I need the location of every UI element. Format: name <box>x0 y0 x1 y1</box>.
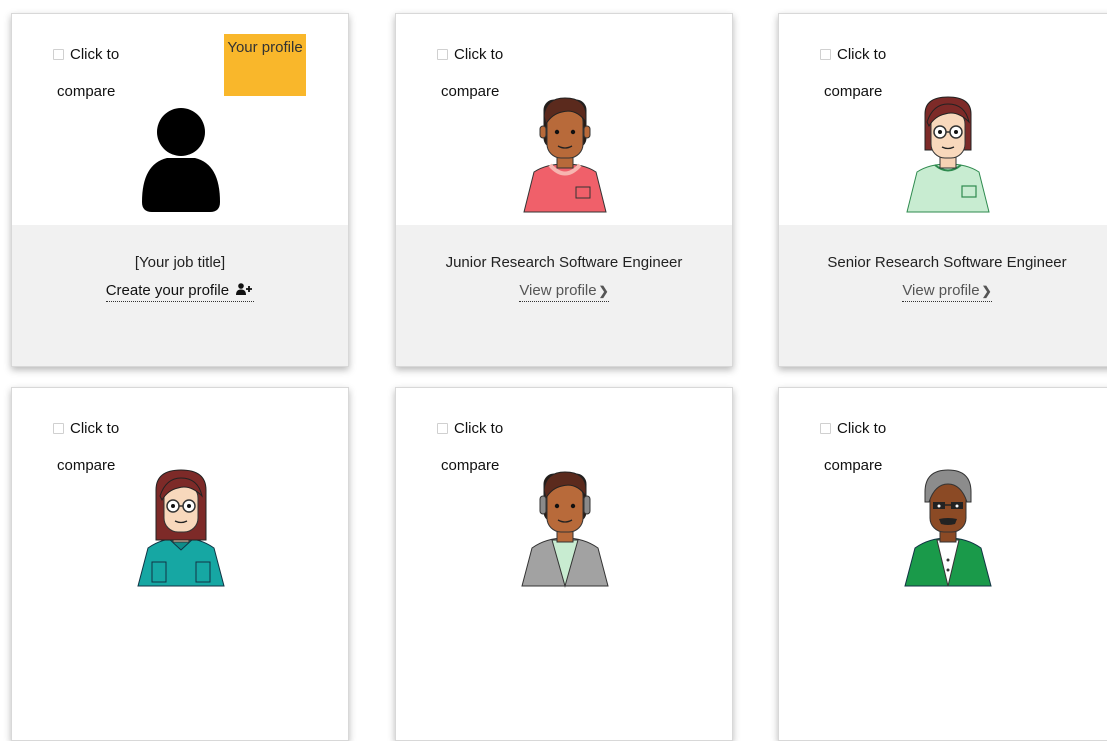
card-top: Click to compare <box>779 14 1107 225</box>
create-profile-label: Create your profile <box>105 282 230 299</box>
your-profile-badge: Your profile <box>224 34 306 96</box>
add-user-icon <box>236 283 253 295</box>
view-profile-label: View profile <box>902 282 980 299</box>
card-top: Click to compare <box>396 388 732 599</box>
compare-checkbox[interactable] <box>437 422 448 434</box>
create-profile-link[interactable]: Create your profile <box>105 282 255 302</box>
compare-checkbox[interactable] <box>53 48 64 60</box>
card-footer: [Your job title] Create your profile <box>12 225 348 366</box>
avatar-green-jacket-icon <box>904 469 992 587</box>
card-top: Click to compare <box>396 14 732 225</box>
compare-checkbox[interactable] <box>437 48 448 60</box>
view-profile-link[interactable]: View profile ❯ <box>902 282 992 302</box>
compare-checkbox[interactable] <box>820 48 831 60</box>
card-top: Click to compare Your profile <box>12 14 348 225</box>
card-top: Click to compare <box>779 388 1107 599</box>
profile-card-row2-3[interactable]: Click to compare <box>778 387 1107 741</box>
compare-checkbox[interactable] <box>820 422 831 434</box>
card-footer: Junior Research Software Engineer View p… <box>396 225 732 366</box>
job-title: [Your job title] <box>134 254 226 271</box>
user-silhouette-icon <box>142 108 220 212</box>
job-title: Junior Research Software Engineer <box>445 254 683 271</box>
job-title: Senior Research Software Engineer <box>827 254 1067 271</box>
profile-card-senior-rse[interactable]: Click to compare Senior Research Softwar… <box>778 13 1107 367</box>
avatar-senior-icon <box>906 96 990 213</box>
chevron-right-icon: ❯ <box>598 284 609 298</box>
card-footer: Senior Research Software Engineer View p… <box>779 225 1107 366</box>
view-profile-label: View profile <box>519 282 597 299</box>
profile-card-row2-2[interactable]: Click to compare <box>395 387 733 741</box>
compare-label: Click to <box>454 46 504 63</box>
chevron-right-icon: ❯ <box>981 284 992 298</box>
profile-card-row2-1[interactable]: Click to compare <box>11 387 349 741</box>
compare-label: Click to <box>70 420 120 437</box>
profile-card-yours[interactable]: Click to compare Your profile [Your job … <box>11 13 349 367</box>
avatar-teal-shirt-icon <box>137 469 225 587</box>
avatar-grey-jacket-icon <box>521 471 609 588</box>
compare-label: Click to <box>70 46 120 63</box>
card-top: Click to compare <box>12 388 348 599</box>
compare-checkbox[interactable] <box>53 422 64 434</box>
profile-card-junior-rse[interactable]: Click to compare Junior Research Softwar… <box>395 13 733 367</box>
compare-label: Click to <box>454 420 504 437</box>
avatar-junior-icon <box>523 97 607 213</box>
compare-label: Click to <box>837 420 887 437</box>
compare-label: Click to <box>837 46 887 63</box>
view-profile-link[interactable]: View profile ❯ <box>519 282 609 302</box>
